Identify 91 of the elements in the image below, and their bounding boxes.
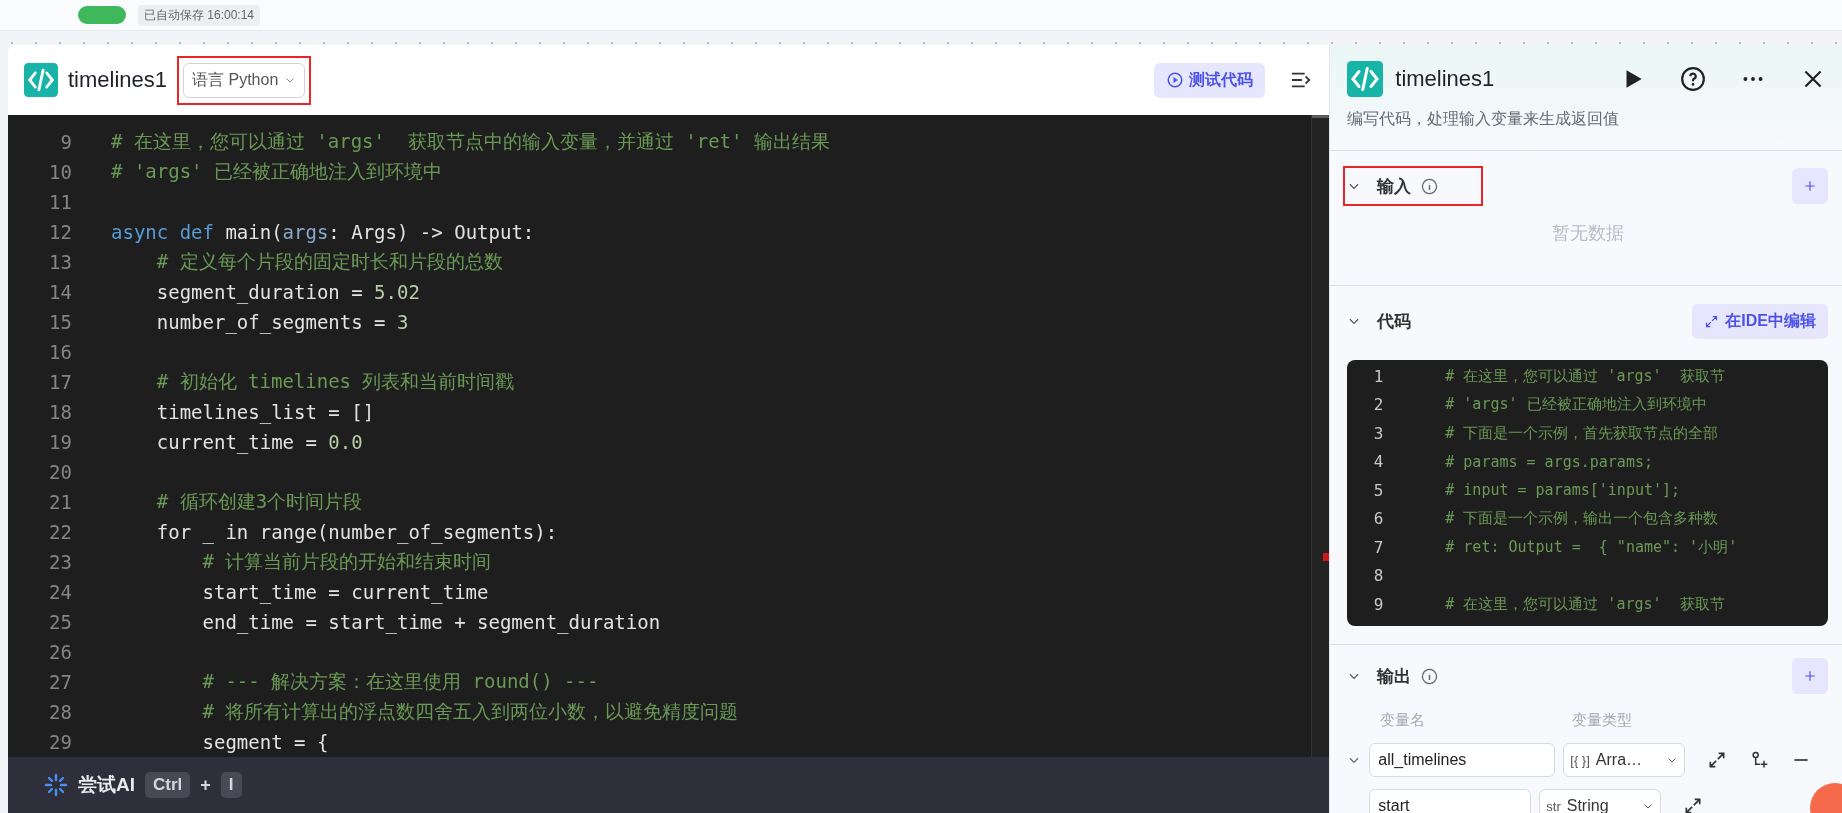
shortcut-key: I [220, 772, 242, 798]
ai-label[interactable]: 尝试AI [78, 772, 135, 798]
save-status: 已自动保存 16:00:14 [138, 4, 261, 26]
code-line: # ret: Output = { "name": '小明' [1445, 537, 1738, 557]
line-number: 3 [1372, 423, 1384, 443]
node-description: 编写代码，处理输入变量来生成返回值 [1347, 109, 1621, 129]
code-line: for _ in range(number_of_segments): [155, 521, 558, 543]
line-number: 5 [1372, 480, 1384, 500]
code-icon [24, 63, 58, 97]
line-number: 23 [48, 551, 72, 573]
plus-sign: + [200, 774, 211, 796]
line-number: 18 [48, 401, 72, 423]
code-line: # 在这里，您可以通过 'args' 获取节 [1445, 366, 1725, 386]
info-icon[interactable] [1421, 667, 1439, 685]
line-number: 10 [48, 161, 72, 183]
line-number: 28 [48, 701, 72, 723]
empty-state: 暂无数据 [1550, 222, 1625, 245]
edit-in-ide-button[interactable]: 在IDE中编辑 [1692, 303, 1828, 339]
code-line: # 在这里，您可以通过 'args' 获取节 [1445, 594, 1725, 614]
code-line: # input = params['input']; [1445, 481, 1681, 500]
code-line: # params = args.params; [1445, 452, 1653, 471]
column-header: 变量类型 [1572, 711, 1633, 730]
add-child-icon[interactable] [1749, 750, 1770, 770]
code-line: # 在这里，您可以通过 'args' 获取节点中的输入变量，并通过 'ret' 输出结果 [111, 129, 830, 154]
status-pill [78, 6, 126, 24]
line-number: 14 [48, 281, 72, 303]
code-line: # 初始化 timelines 列表和当前时间戳 [155, 369, 515, 394]
play-circle-icon [1166, 71, 1185, 89]
code-line: # 'args' 已经被正确地注入到环境中 [111, 159, 442, 184]
code-line: # 下面是一个示例，输出一个包含多种数 [1445, 509, 1719, 529]
code-line: # 循环创建3个时间片段 [155, 489, 363, 514]
code-line: # 定义每个片段的固定时长和片段的总数 [155, 249, 503, 274]
line-number: 9 [59, 131, 72, 153]
line-number: 1 [1372, 366, 1384, 386]
line-number: 7 [1372, 537, 1384, 557]
language-select[interactable]: 语言 Python [183, 62, 306, 98]
line-number: 16 [48, 341, 72, 363]
expand-icon [1704, 313, 1720, 329]
error-marker [1323, 553, 1330, 561]
code-line: # 'args' 已经被正确地注入到环境中 [1445, 395, 1707, 415]
line-number: 19 [48, 431, 72, 453]
line-number: 13 [48, 251, 72, 273]
code-line: start_time = current_time [201, 581, 489, 603]
line-number: 26 [48, 641, 72, 663]
code-line: # 下面是一个示例，首先获取节点的全部 [1445, 423, 1719, 443]
help-icon[interactable] [1680, 66, 1706, 92]
expand-icon[interactable] [1707, 750, 1728, 770]
line-number: 27 [48, 671, 72, 693]
section-title: 输出 [1377, 665, 1412, 688]
variable-name-field[interactable]: start [1369, 789, 1532, 813]
sparkle-icon [44, 773, 68, 797]
code-line: timelines_list = [] [155, 401, 375, 423]
line-number: 22 [48, 521, 72, 543]
node-title: timelines1 [1395, 66, 1496, 92]
code-line: # 将所有计算出的浮点数四舍五入到两位小数，以避免精度问题 [201, 699, 739, 724]
line-number: 25 [48, 611, 72, 633]
line-number: 2 [1372, 395, 1384, 415]
plus-icon [1803, 669, 1817, 683]
line-number: 20 [48, 461, 72, 483]
code-line: segment = { [201, 731, 329, 753]
code-icon [1347, 61, 1384, 97]
line-number: 15 [48, 311, 72, 333]
shortcut-key: Ctrl [145, 772, 191, 798]
code-line: number_of_segments = 3 [155, 311, 409, 333]
line-number: 11 [48, 191, 72, 213]
code-line: segment_duration = 5.02 [155, 281, 420, 303]
section-title: 输入 [1377, 175, 1412, 198]
line-number: 17 [48, 371, 72, 393]
line-number: 24 [48, 581, 72, 603]
section-title: 代码 [1377, 310, 1412, 333]
column-header: 变量名 [1380, 711, 1427, 730]
code-line: end_time = start_time + segment_duration [201, 611, 661, 633]
line-number: 4 [1372, 452, 1384, 472]
variable-type-select[interactable]: [{ }] Arra… [1563, 743, 1686, 777]
plus-icon [1803, 179, 1817, 193]
line-number: 6 [1372, 509, 1384, 529]
code-line: async def main(args: Args) -> Output: [111, 221, 535, 243]
scrollbar[interactable] [1311, 115, 1330, 757]
code-line: # 计算当前片段的开始和结束时间 [201, 549, 492, 574]
expand-icon[interactable] [1683, 796, 1704, 813]
test-code-button[interactable]: 测试代码 [1154, 62, 1266, 98]
line-number: 29 [48, 731, 72, 753]
line-number: 21 [48, 491, 72, 513]
variable-name-field[interactable]: all_timelines [1369, 743, 1556, 777]
line-number: 9 [1372, 594, 1384, 614]
info-icon[interactable] [1421, 177, 1439, 195]
code-line: # --- 解决方案：在这里使用 round() --- [201, 669, 599, 694]
node-title: timelines1 [68, 67, 168, 93]
code-line: current_time = 0.0 [155, 431, 363, 453]
line-number: 12 [48, 221, 72, 243]
line-number: 8 [1372, 566, 1384, 586]
